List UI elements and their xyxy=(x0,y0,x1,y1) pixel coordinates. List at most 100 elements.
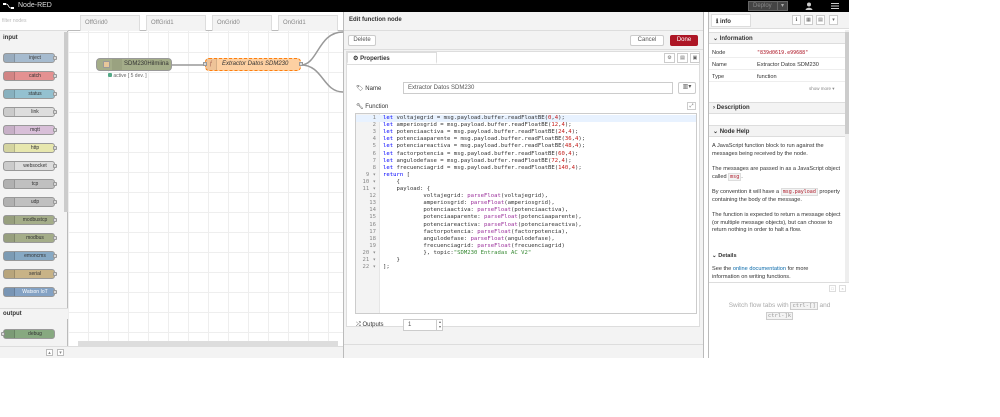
palette-filter-input[interactable]: filter nodes xyxy=(0,12,68,31)
palette-node-websocket[interactable]: websocket xyxy=(3,161,57,171)
code-line: payload: { xyxy=(383,186,431,192)
cancel-button[interactable]: Cancel xyxy=(630,35,664,46)
palette-node-watson-iot[interactable]: Watson IoT xyxy=(3,287,57,297)
info-icon[interactable]: ℹ xyxy=(792,15,801,25)
chevron-down-icon[interactable]: ▾ xyxy=(829,15,838,25)
code-editor[interactable]: 1 let voltajegrid = msg.payload.buffer.re… xyxy=(355,113,697,314)
spinner-arrows-icon[interactable]: ▴ ▾ xyxy=(436,319,443,331)
palette-node-link[interactable]: link xyxy=(3,107,57,117)
settings-icon[interactable]: ⚙ xyxy=(664,53,675,63)
online-documentation-link[interactable]: online documentation xyxy=(733,266,786,272)
node-button-icon[interactable] xyxy=(103,61,110,68)
chevron-down-icon: ⌄ xyxy=(713,36,719,42)
modbus-icon xyxy=(112,59,122,70)
sidebar-scrollbar[interactable] xyxy=(845,30,849,290)
debug-icon[interactable]: ▦ xyxy=(804,15,813,25)
node-red-logo-icon xyxy=(3,3,14,9)
icon-selector-button[interactable]: ▥▾ xyxy=(678,82,696,94)
function-label: 🔧︎ Function xyxy=(356,104,389,110)
help-paragraph: A JavaScript function block to run again… xyxy=(712,143,824,157)
tab-ongrid0[interactable]: OnGrid0 xyxy=(212,15,272,31)
config-icon[interactable]: ▤ xyxy=(816,15,825,25)
tab-ongrid1[interactable]: OnGrid1 xyxy=(278,15,338,31)
flow-node-label: Extractor Datos SDM230 xyxy=(222,61,289,67)
palette-node-serial[interactable]: serial xyxy=(3,269,57,279)
code-line: potenciaactiva: parseFloat(potenciaactiv… xyxy=(383,207,569,214)
description-icon[interactable]: ▤ xyxy=(677,53,688,63)
deploy-button[interactable]: Deploy ▾ xyxy=(748,1,788,11)
palette-node-http[interactable]: http xyxy=(3,143,57,153)
code-line: angulodefase: parseFloat(angulodefase), xyxy=(383,235,555,242)
flow-workspace[interactable]: SDM230Hilmiina active [ 5 dev. ] ƒ Extra… xyxy=(68,12,343,358)
collapse-all-icon[interactable]: ▴ xyxy=(46,349,53,356)
palette-node-udp[interactable]: udp xyxy=(3,197,57,207)
palette-node-modbus[interactable]: modbus xyxy=(3,233,57,243)
section-information[interactable]: ⌄ Information xyxy=(709,32,845,44)
app-title: Node-RED xyxy=(18,2,52,9)
tip-prev-icon[interactable]: □ xyxy=(829,285,836,292)
palette-node-tcp[interactable]: tcp xyxy=(3,179,57,189)
line-number: 6 xyxy=(372,150,376,157)
delete-button[interactable]: Delete xyxy=(348,35,376,46)
chevron-down-icon[interactable]: ▾ xyxy=(777,2,787,10)
expand-all-icon[interactable]: ▾ xyxy=(57,349,64,356)
line-number: 2 xyxy=(372,122,376,129)
info-row-node: Node "839d0619.e99688" xyxy=(709,47,845,58)
palette-node-modbustcp[interactable]: modbustcp xyxy=(3,215,57,225)
line-number: 21 ▾ xyxy=(362,257,376,263)
show-more-link[interactable]: show more ▾ xyxy=(809,86,835,92)
line-number: 18 xyxy=(369,235,376,242)
line-number: 10 ▾ xyxy=(362,178,376,185)
tab-info[interactable]: ℹ info xyxy=(711,14,751,27)
section-node-help[interactable]: ⌄ Node Help xyxy=(709,125,845,137)
menu-icon[interactable] xyxy=(829,1,841,11)
info-row-name: Name Extractor Datos SDM230 xyxy=(709,59,845,70)
line-number: 22 ▾ xyxy=(362,264,376,271)
gear-icon: ⚙ xyxy=(353,56,359,62)
palette-node-emoncms[interactable]: emoncms xyxy=(3,251,57,261)
code-line: amperiosgrid: parseFloat(amperiosgrid), xyxy=(383,200,555,207)
line-number: 16 xyxy=(369,221,376,228)
palette-node-debug[interactable]: debug xyxy=(1,329,55,339)
help-paragraph: information on writing functions. xyxy=(712,274,791,280)
tab-offgrid1[interactable]: OffGrid1 xyxy=(146,15,206,31)
palette-node-mqtt[interactable]: mqtt xyxy=(3,125,57,135)
tab-properties[interactable]: ⚙ Properties xyxy=(347,52,437,64)
deploy-label: Deploy xyxy=(753,3,772,9)
section-description[interactable]: › Description xyxy=(709,102,845,114)
appearance-icon[interactable]: ▣ xyxy=(690,53,700,63)
code-line: factorpotencia: parseFloat(factorpotenci… xyxy=(383,228,569,235)
palette-node-status[interactable]: status xyxy=(3,89,57,99)
user-icon[interactable] xyxy=(804,1,814,11)
tray-toolbar: Delete Cancel Done xyxy=(344,31,703,50)
line-number: 19 xyxy=(369,242,376,249)
code-line: let factorpotencia = msg.payload.buffer.… xyxy=(383,150,579,157)
tab-offgrid0[interactable]: OffGrid0 xyxy=(80,15,140,31)
code-line: frecuenciagrid: parseFloat(frecuenciagri… xyxy=(383,242,565,249)
code-line: } xyxy=(383,257,400,263)
palette-category-input[interactable]: input xyxy=(0,33,68,44)
name-input[interactable]: Extractor Datos SDM230 xyxy=(403,82,673,94)
done-button[interactable]: Done xyxy=(670,35,698,46)
palette-category-output[interactable]: output xyxy=(0,308,68,319)
line-number: 12 xyxy=(369,193,376,200)
expand-editor-icon[interactable]: ⤢ xyxy=(687,102,696,110)
help-paragraph: By convention it will have a msg.payload… xyxy=(712,188,840,203)
line-number: 11 ▾ xyxy=(362,186,376,192)
sidebar-header: ℹ info ℹ ▦ ▤ ▾ xyxy=(709,12,849,29)
flow-node-function[interactable]: ƒ Extractor Datos SDM230 xyxy=(203,58,303,71)
details-heading[interactable]: ⌄ Details xyxy=(712,253,843,261)
line-number: 13 xyxy=(369,200,376,207)
flow-node-sdm230[interactable]: SDM230Hilmiina xyxy=(96,58,172,71)
palette-node-inject[interactable]: inject xyxy=(3,53,57,63)
shuffle-icon: ⤮ xyxy=(356,322,361,328)
line-number: 15 xyxy=(369,214,376,221)
line-number: 7 xyxy=(372,157,376,164)
code-line: { xyxy=(383,178,400,185)
close-icon[interactable]: × xyxy=(839,285,846,292)
code-line: return [ xyxy=(383,171,410,178)
code-line: let potenciareactiva = msg.payload.buffe… xyxy=(383,143,586,150)
palette-node-catch[interactable]: catch xyxy=(3,71,57,81)
line-number: 14 xyxy=(369,207,376,214)
info-sidebar: ℹ info ℹ ▦ ▤ ▾ ⌄ Information Node "839d06… xyxy=(708,12,849,358)
